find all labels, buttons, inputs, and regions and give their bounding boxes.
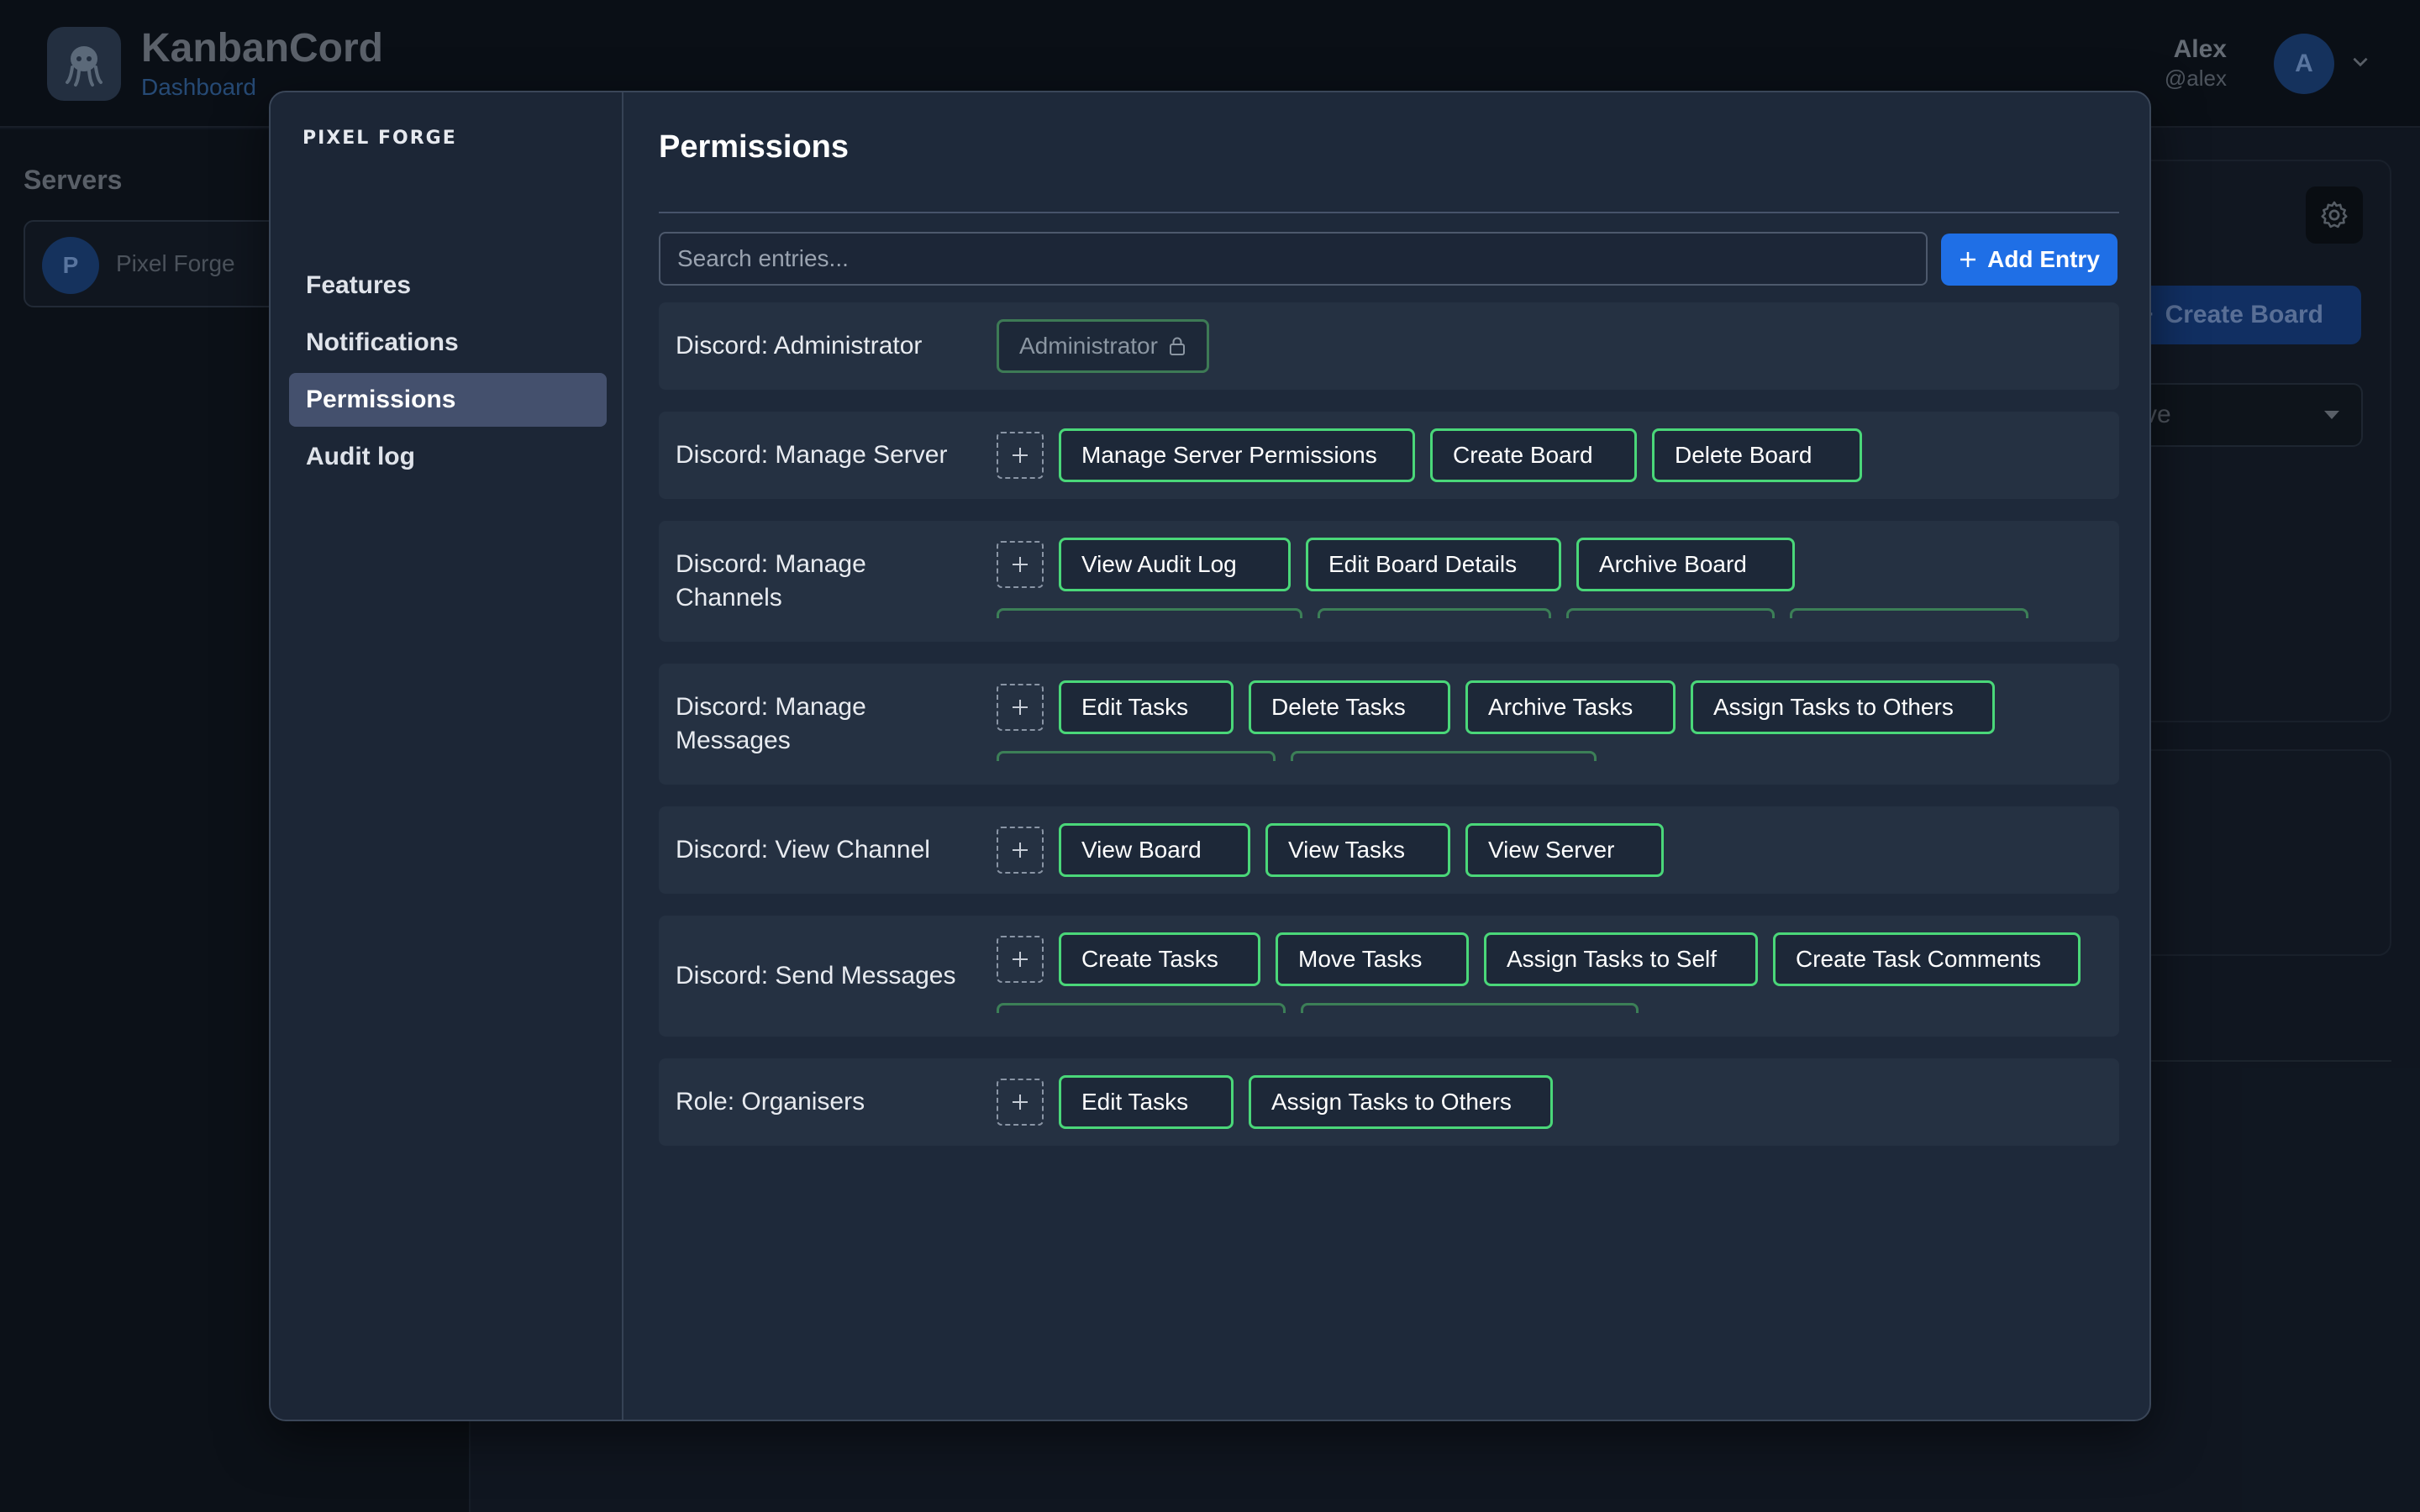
permission-chip-hidden — [997, 1003, 1286, 1013]
row-label: Discord: Manage Server — [676, 441, 948, 469]
plus-icon — [1013, 557, 1028, 572]
add-permission-button[interactable] — [997, 541, 1044, 588]
add-entry-button[interactable]: Add Entry — [1941, 234, 2118, 286]
overflow-chips — [997, 608, 2028, 618]
permission-row: Discord: Send Messages Create Tasks Move… — [659, 916, 2119, 1037]
permission-row: Discord: View Channel View Board View Ta… — [659, 806, 2119, 894]
permission-list: Discord: Administrator Administrator Dis… — [659, 302, 2119, 1168]
permission-chip[interactable]: Assign Tasks to Others — [1249, 1075, 1553, 1129]
nav-audit-log[interactable]: Audit log — [289, 430, 607, 484]
permission-row: Discord: Manage Server Manage Server Per… — [659, 412, 2119, 499]
permission-chip[interactable]: Create Tasks — [1059, 932, 1260, 986]
plus-icon — [1013, 843, 1028, 858]
permission-row: Role: Organisers Edit Tasks Assign Tasks… — [659, 1058, 2119, 1146]
permission-chip[interactable]: Move Tasks — [1276, 932, 1469, 986]
nav-permissions[interactable]: Permissions — [289, 373, 607, 427]
row-label: Discord: Manage Channels — [676, 550, 866, 612]
permission-chip[interactable]: Delete Board — [1652, 428, 1862, 482]
permission-row: Discord: Manage Channels View Audit Log … — [659, 521, 2119, 642]
permission-chip[interactable]: Archive Tasks — [1465, 680, 1676, 734]
permission-chip[interactable]: View Board — [1059, 823, 1250, 877]
permission-chip[interactable]: Assign Tasks to Self — [1484, 932, 1758, 986]
nav-notifications[interactable]: Notifications — [289, 316, 607, 370]
permission-chip[interactable]: Assign Tasks to Others — [1691, 680, 1995, 734]
permission-row: Discord: Manage Messages Edit Tasks Dele… — [659, 664, 2119, 785]
plus-icon — [1960, 252, 1976, 267]
permission-chip[interactable]: Create Board — [1430, 428, 1637, 482]
permission-chip[interactable]: Edit Tasks — [1059, 1075, 1234, 1129]
row-label: Discord: Manage Messages — [676, 693, 866, 754]
permission-chip-hidden — [997, 751, 1276, 761]
modal-main: Permissions Search entries... Add Entry … — [625, 92, 2149, 1420]
add-permission-button[interactable] — [997, 684, 1044, 731]
permission-chip[interactable]: Edit Board Details — [1306, 538, 1561, 591]
permission-chip-hidden — [1291, 751, 1597, 761]
row-label: Role: Organisers — [676, 1088, 865, 1116]
plus-icon — [1013, 700, 1028, 715]
divider — [659, 212, 2119, 213]
row-label: Discord: View Channel — [676, 836, 930, 864]
permission-row: Discord: Administrator Administrator — [659, 302, 2119, 390]
permission-chip[interactable]: Administrator — [997, 319, 1209, 373]
permission-chip-hidden — [1318, 608, 1551, 618]
add-permission-button[interactable] — [997, 432, 1044, 479]
permission-chip-hidden — [1566, 608, 1775, 618]
permission-chip[interactable]: Delete Tasks — [1249, 680, 1450, 734]
row-label: Discord: Administrator — [676, 332, 923, 360]
plus-icon — [1013, 952, 1028, 967]
permission-chip[interactable]: Edit Tasks — [1059, 680, 1234, 734]
chip-label: Administrator — [1019, 333, 1158, 359]
permission-chip-hidden — [1790, 608, 2028, 618]
lock-icon — [1169, 337, 1185, 355]
server-heading: PIXEL FORGE — [302, 128, 457, 149]
permission-chip[interactable]: Create Task Comments — [1773, 932, 2081, 986]
page-title: Permissions — [659, 129, 849, 165]
search-input[interactable]: Search entries... — [659, 232, 1928, 286]
permission-chip-hidden — [1301, 1003, 1639, 1013]
add-permission-button[interactable] — [997, 936, 1044, 983]
add-permission-button[interactable] — [997, 827, 1044, 874]
permission-chip[interactable]: View Server — [1465, 823, 1664, 877]
plus-icon — [1013, 448, 1028, 463]
plus-icon — [1013, 1095, 1028, 1110]
modal-sidebar: PIXEL FORGE Features Notifications Permi… — [271, 92, 623, 1420]
settings-modal: PIXEL FORGE Features Notifications Permi… — [269, 91, 2151, 1421]
permission-chip-hidden — [997, 608, 1302, 618]
add-permission-button[interactable] — [997, 1079, 1044, 1126]
nav-features[interactable]: Features — [289, 259, 607, 312]
row-label: Discord: Send Messages — [676, 962, 956, 990]
overflow-chips — [997, 751, 1597, 761]
add-entry-label: Add Entry — [1987, 246, 2100, 272]
overflow-chips — [997, 1003, 1639, 1013]
permission-chip[interactable]: Manage Server Permissions — [1059, 428, 1415, 482]
permission-chip[interactable]: Archive Board — [1576, 538, 1795, 591]
permission-chip[interactable]: View Audit Log — [1059, 538, 1291, 591]
permission-chip[interactable]: View Tasks — [1265, 823, 1450, 877]
